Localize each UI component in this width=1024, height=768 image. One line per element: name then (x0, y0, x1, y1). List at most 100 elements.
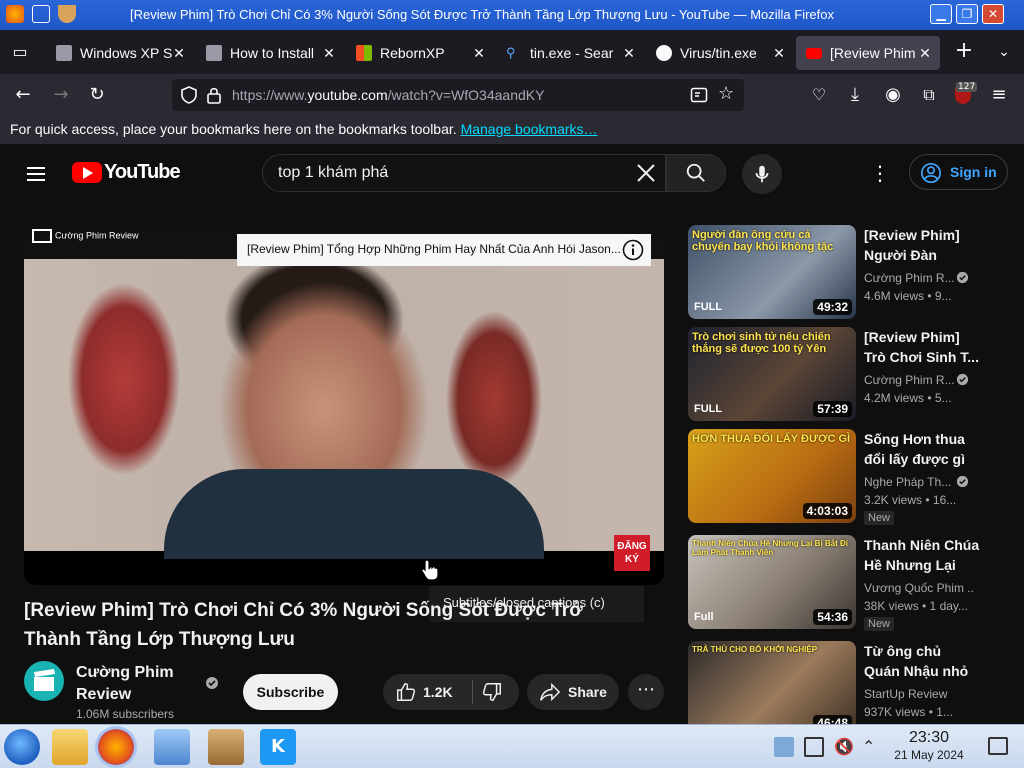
kde-icon[interactable]: K (260, 729, 296, 765)
video-thumbnail[interactable]: Trò chơi sinh tử nếu chiến thắng sẽ được… (688, 327, 856, 421)
manage-bookmarks-link[interactable]: Manage bookmarks… (461, 121, 598, 137)
close-tab-icon[interactable]: ✕ (170, 44, 188, 62)
video-player[interactable]: Cường Phim Review [Review Phim] Tổng Hợp… (24, 225, 664, 585)
search-icon: ⚲ (506, 45, 516, 60)
system-clock[interactable]: 23:30 21 May 2024 (884, 729, 974, 763)
rec-channel[interactable]: Vương Quốc Phim ... (864, 581, 974, 595)
pin-icon[interactable] (32, 5, 50, 23)
hamburger-menu-icon[interactable]: ≡ (986, 82, 1012, 108)
rec-channel[interactable]: Nghe Pháp Th... (864, 475, 954, 489)
info-icon[interactable] (622, 239, 644, 261)
tab-how-to-install[interactable]: How to Install ✕ (196, 36, 344, 70)
reload-button[interactable]: ↻ (84, 82, 110, 108)
rec-channel[interactable]: Cường Phim R... (864, 271, 954, 285)
video-frame[interactable] (24, 259, 664, 559)
search-button[interactable] (666, 154, 726, 192)
rec-title[interactable]: [Review Phim] Trò Chơi Sinh T... (864, 327, 980, 367)
video-thumbnail[interactable]: Người đàn ông cứu cả chuyến bay khỏi khô… (688, 225, 856, 319)
like-count[interactable]: 1.2K (423, 684, 453, 700)
list-item[interactable]: Người đàn ông cứu cả chuyến bay khỏi khô… (688, 225, 1008, 321)
clipboard-icon[interactable] (774, 737, 794, 757)
rec-title[interactable]: Thanh Niên Chúa Hề Nhưng Lại Bị... (864, 535, 980, 575)
close-tab-icon[interactable]: ✕ (916, 44, 934, 62)
close-tab-icon[interactable]: ✕ (620, 44, 638, 62)
video-thumbnail[interactable]: HƠN THUA ĐỔI LẤY ĐƯỢC GÌ 4:03:03 (688, 429, 856, 523)
share-button[interactable]: Share (527, 674, 619, 710)
pocket-icon[interactable]: ♡ (806, 82, 832, 108)
rec-title[interactable]: [Review Phim] Người Đàn Ông... (864, 225, 980, 265)
tab-windows-xp[interactable]: Windows XP S ✕ (46, 36, 194, 70)
tab-rebornxp[interactable]: RebornXP ✕ (346, 36, 494, 70)
clear-search-icon[interactable] (635, 162, 657, 184)
package-icon[interactable] (208, 729, 244, 765)
chevron-down-icon[interactable]: ⌄ (992, 40, 1016, 64)
chevron-up-icon[interactable]: ⌃ (862, 737, 882, 757)
github-icon (656, 45, 672, 61)
extensions-icon[interactable]: ⧉ (916, 82, 942, 108)
url-text[interactable]: https://www.youtube.com/watch?v=WfO34aan… (232, 87, 544, 103)
account-icon[interactable]: ◉ (880, 82, 906, 108)
share-icon (540, 682, 561, 702)
voice-search-button[interactable] (742, 154, 782, 194)
subscribe-stamp[interactable]: ĐĂNG KÝ (614, 535, 650, 571)
file-manager-icon[interactable] (52, 729, 88, 765)
search-input[interactable]: top 1 khám phá (262, 154, 666, 192)
list-item[interactable]: Trò chơi sinh tử nếu chiến thắng sẽ được… (688, 327, 1008, 423)
subscribe-button[interactable]: Subscribe (243, 674, 338, 710)
video-duration: 57:39 (813, 401, 852, 417)
control-panel-icon[interactable] (154, 729, 190, 765)
youtube-logo[interactable]: YouTube (72, 161, 181, 184)
minimize-button[interactable]: ▁ (930, 4, 952, 24)
new-tab-button[interactable]: + (952, 40, 976, 64)
list-item[interactable]: TRẢ THÙ CHO BỐ KHỞI NGHIỆP 46:48 Từ ông … (688, 641, 1008, 724)
rec-channel[interactable]: Cường Phim R... (864, 373, 954, 387)
close-window-button[interactable]: ✕ (982, 4, 1004, 24)
rec-channel[interactable]: StartUp Review (864, 687, 954, 701)
forward-button[interactable]: → (48, 82, 74, 108)
guide-menu-icon[interactable] (24, 162, 48, 186)
download-icon[interactable]: ⤓ (842, 82, 868, 108)
firefox-icon[interactable] (98, 729, 134, 765)
bookmark-star-icon[interactable]: ☆ (718, 83, 738, 105)
battery-icon[interactable] (804, 737, 824, 757)
back-button[interactable]: ← (10, 82, 36, 108)
channel-avatar[interactable] (24, 661, 64, 701)
rec-title[interactable]: Sống Hơn thua đổi lấy được gì ... (864, 429, 980, 469)
reader-view-icon[interactable] (690, 86, 708, 104)
firefox-view-icon[interactable]: ▭ (8, 40, 32, 64)
bookmarks-toolbar: For quick access, place your bookmarks h… (0, 116, 1024, 144)
more-actions-button[interactable]: ⋯ (628, 674, 664, 710)
close-tab-icon[interactable]: ✕ (320, 44, 338, 62)
start-menu-button[interactable] (4, 729, 40, 765)
firefox-icon[interactable] (6, 5, 24, 23)
rec-meta: 4.2M views • 5... (864, 391, 952, 405)
tab-review-phim[interactable]: [Review Phim ✕ (796, 36, 940, 70)
bowl-icon[interactable] (58, 5, 76, 23)
list-item[interactable]: Thanh Niên Chúa Hề Nhưng Lại Bị Bắt Đi L… (688, 535, 1008, 631)
list-item[interactable]: HƠN THUA ĐỔI LẤY ĐƯỢC GÌ 4:03:03 Sống Hơ… (688, 429, 1008, 525)
show-desktop-icon[interactable] (988, 737, 1008, 755)
shield-icon[interactable] (180, 86, 198, 104)
lock-icon[interactable] (206, 86, 222, 104)
url-bar[interactable]: https://www.youtube.com/watch?v=WfO34aan… (172, 79, 744, 111)
sign-in-button[interactable]: Sign in (909, 154, 1008, 190)
video-thumbnail[interactable]: Thanh Niên Chúa Hề Nhưng Lại Bị Bắt Đi L… (688, 535, 856, 629)
tab-virus-tin-exe[interactable]: Virus/tin.exe ✕ (646, 36, 794, 70)
settings-dots-icon[interactable]: ⋮ (868, 161, 892, 185)
like-icon[interactable] (395, 681, 417, 703)
clapperboard-icon (34, 669, 55, 691)
tab-tin-exe-search[interactable]: ⚲ tin.exe - Sear ✕ (496, 36, 644, 70)
dislike-icon[interactable] (481, 681, 503, 703)
maximize-button[interactable]: ❐ (956, 4, 978, 24)
volume-muted-icon[interactable]: 🔇 (834, 737, 854, 757)
video-thumbnail[interactable]: TRẢ THÙ CHO BỐ KHỞI NGHIỆP 46:48 (688, 641, 856, 724)
rec-title[interactable]: Từ ông chủ Quán Nhậu nhỏ ở... (864, 641, 980, 681)
close-tab-icon[interactable]: ✕ (470, 44, 488, 62)
stamp-line-2: KÝ (625, 554, 639, 565)
page-icon (206, 45, 222, 61)
window-titlebar[interactable]: [Review Phim] Trò Chơi Chỉ Có 3% Người S… (0, 0, 1024, 30)
microphone-icon (755, 165, 769, 183)
channel-name[interactable]: Cường Phim Review (76, 662, 196, 706)
video-overlay-title[interactable]: [Review Phim] Tổng Hợp Những Phim Hay Nh… (237, 234, 651, 266)
close-tab-icon[interactable]: ✕ (770, 44, 788, 62)
